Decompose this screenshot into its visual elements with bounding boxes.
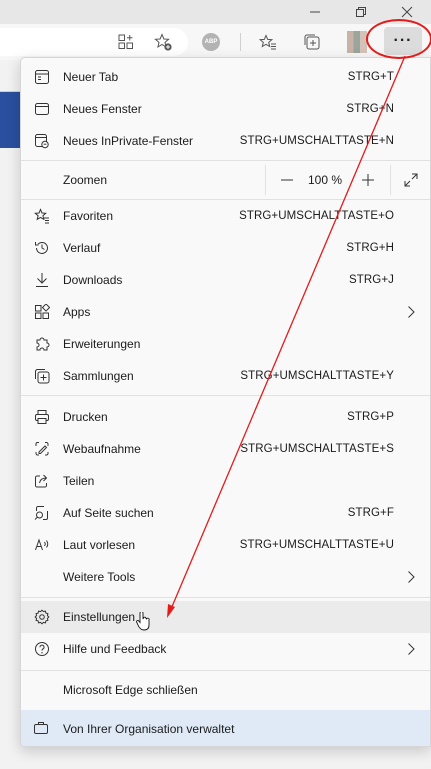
annotation-arrow xyxy=(167,55,406,618)
